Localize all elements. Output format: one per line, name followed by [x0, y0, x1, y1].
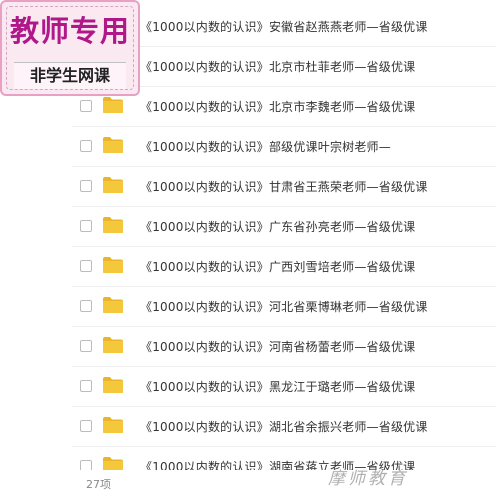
folder-icon [102, 256, 124, 274]
badge-subtitle: 非学生网课 [14, 62, 126, 89]
row-checkbox[interactable] [80, 260, 92, 272]
teacher-only-badge: 教师专用 非学生网课 [0, 0, 140, 96]
row-checkbox[interactable] [80, 300, 92, 312]
row-checkbox[interactable] [80, 100, 92, 112]
status-bar: 27项 [0, 470, 496, 496]
watermark: 摩师教育 [328, 469, 408, 489]
folder-icon [102, 176, 124, 194]
file-name[interactable]: 《1000以内数的认识》河南省杨蕾老师—省级优课 [140, 338, 415, 355]
badge-title: 教师专用 [9, 14, 130, 48]
file-row[interactable]: 《1000以内数的认识》河北省栗博琳老师—省级优课 [72, 287, 496, 327]
folder-icon [102, 456, 124, 470]
folder-icon [102, 216, 124, 234]
file-row[interactable]: 《1000以内数的认识》部级优课叶宗树老师— [72, 127, 496, 167]
file-row[interactable]: 《1000以内数的认识》湖北省余振兴老师—省级优课 [72, 407, 496, 447]
row-checkbox[interactable] [80, 380, 92, 392]
file-row[interactable]: 《1000以内数的认识》黑龙江于璐老师—省级优课 [72, 367, 496, 407]
file-row[interactable]: 《1000以内数的认识》广西刘雪培老师—省级优课 [72, 247, 496, 287]
item-count: 27项 [86, 478, 111, 491]
row-checkbox[interactable] [80, 220, 92, 232]
folder-icon [102, 296, 124, 314]
file-name[interactable]: 《1000以内数的认识》甘肃省王燕荣老师—省级优课 [140, 178, 428, 195]
file-name[interactable]: 《1000以内数的认识》北京市杜菲老师—省级优课 [140, 58, 415, 75]
file-name[interactable]: 《1000以内数的认识》湖北省余振兴老师—省级优课 [140, 418, 428, 435]
file-name[interactable]: 《1000以内数的认识》安徽省赵燕燕老师—省级优课 [140, 18, 428, 35]
file-row[interactable]: 《1000以内数的认识》湖南省蒋立老师—省级优课 [72, 447, 496, 470]
file-name[interactable]: 《1000以内数的认识》广西刘雪培老师—省级优课 [140, 258, 415, 275]
folder-icon [102, 136, 124, 154]
folder-icon [102, 376, 124, 394]
folder-icon [102, 416, 124, 434]
file-row[interactable]: 《1000以内数的认识》河南省杨蕾老师—省级优课 [72, 327, 496, 367]
file-name[interactable]: 《1000以内数的认识》河北省栗博琳老师—省级优课 [140, 298, 428, 315]
file-name[interactable]: 《1000以内数的认识》北京市李魏老师—省级优课 [140, 98, 415, 115]
file-row[interactable]: 《1000以内数的认识》广东省孙亮老师—省级优课 [72, 207, 496, 247]
row-checkbox[interactable] [80, 180, 92, 192]
row-checkbox[interactable] [80, 140, 92, 152]
row-checkbox[interactable] [80, 460, 92, 470]
file-row[interactable]: 《1000以内数的认识》甘肃省王燕荣老师—省级优课 [72, 167, 496, 207]
row-checkbox[interactable] [80, 420, 92, 432]
folder-icon [102, 336, 124, 354]
row-checkbox[interactable] [80, 340, 92, 352]
file-name[interactable]: 《1000以内数的认识》部级优课叶宗树老师— [140, 138, 391, 155]
file-name[interactable]: 《1000以内数的认识》黑龙江于璐老师—省级优课 [140, 378, 415, 395]
file-name[interactable]: 《1000以内数的认识》广东省孙亮老师—省级优课 [140, 218, 415, 235]
folder-icon [102, 96, 124, 114]
